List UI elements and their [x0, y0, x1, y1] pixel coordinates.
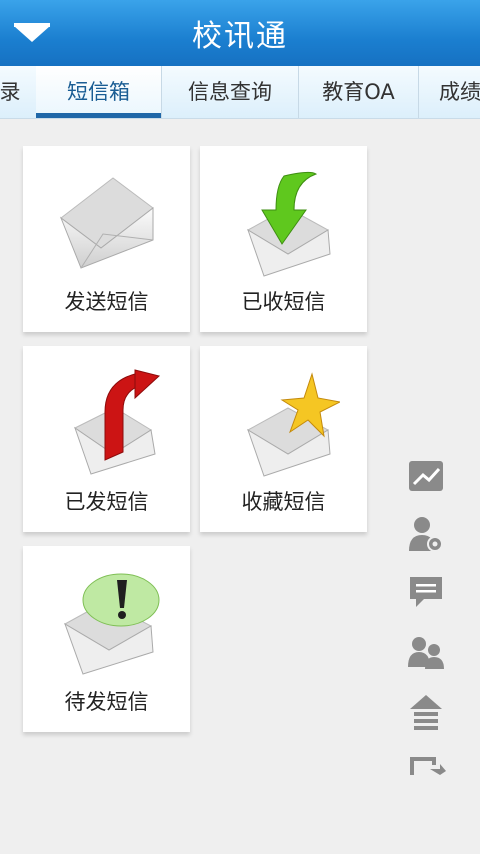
tab-education-oa[interactable]: 教育OA [299, 66, 419, 118]
card-label: 已收短信 [241, 290, 326, 314]
tab-bar: 录 短信箱 信息查询 教育OA 成绩 [0, 66, 480, 119]
envelope-favorite-icon [246, 372, 340, 477]
tab-partial-left[interactable]: 录 [0, 66, 37, 118]
card-label: 发送短信 [64, 290, 149, 314]
exit-icon[interactable] [406, 755, 446, 775]
menu-arrow-icon[interactable] [10, 20, 54, 48]
card-label: 已发短信 [64, 490, 149, 514]
envelope-inbox-icon [246, 171, 331, 277]
card-favorite-sms[interactable]: 收藏短信 [200, 346, 367, 532]
card-pending-sms[interactable]: 待发短信 [23, 546, 190, 732]
app-header: 校讯通 [0, 0, 480, 66]
upload-icon[interactable] [406, 693, 446, 731]
chat-bubble-icon[interactable] [406, 573, 446, 611]
users-icon[interactable] [406, 633, 446, 671]
card-label: 待发短信 [64, 690, 149, 714]
tab-sms-box[interactable]: 短信箱 [36, 66, 162, 118]
envelope-pending-icon [63, 573, 160, 675]
envelope-send-icon [59, 177, 154, 269]
card-sent-sms[interactable]: 已发短信 [23, 346, 190, 532]
card-received-sms[interactable]: 已收短信 [200, 146, 367, 332]
card-label: 收藏短信 [241, 490, 326, 514]
tab-info-query[interactable]: 信息查询 [162, 66, 299, 118]
card-send-sms[interactable]: 发送短信 [23, 146, 190, 332]
user-settings-icon[interactable] [406, 515, 446, 553]
tab-partial-right[interactable]: 成绩 [419, 66, 480, 118]
chart-icon[interactable] [406, 457, 446, 495]
envelope-sent-icon [74, 369, 161, 475]
app-title: 校讯通 [192, 19, 288, 54]
